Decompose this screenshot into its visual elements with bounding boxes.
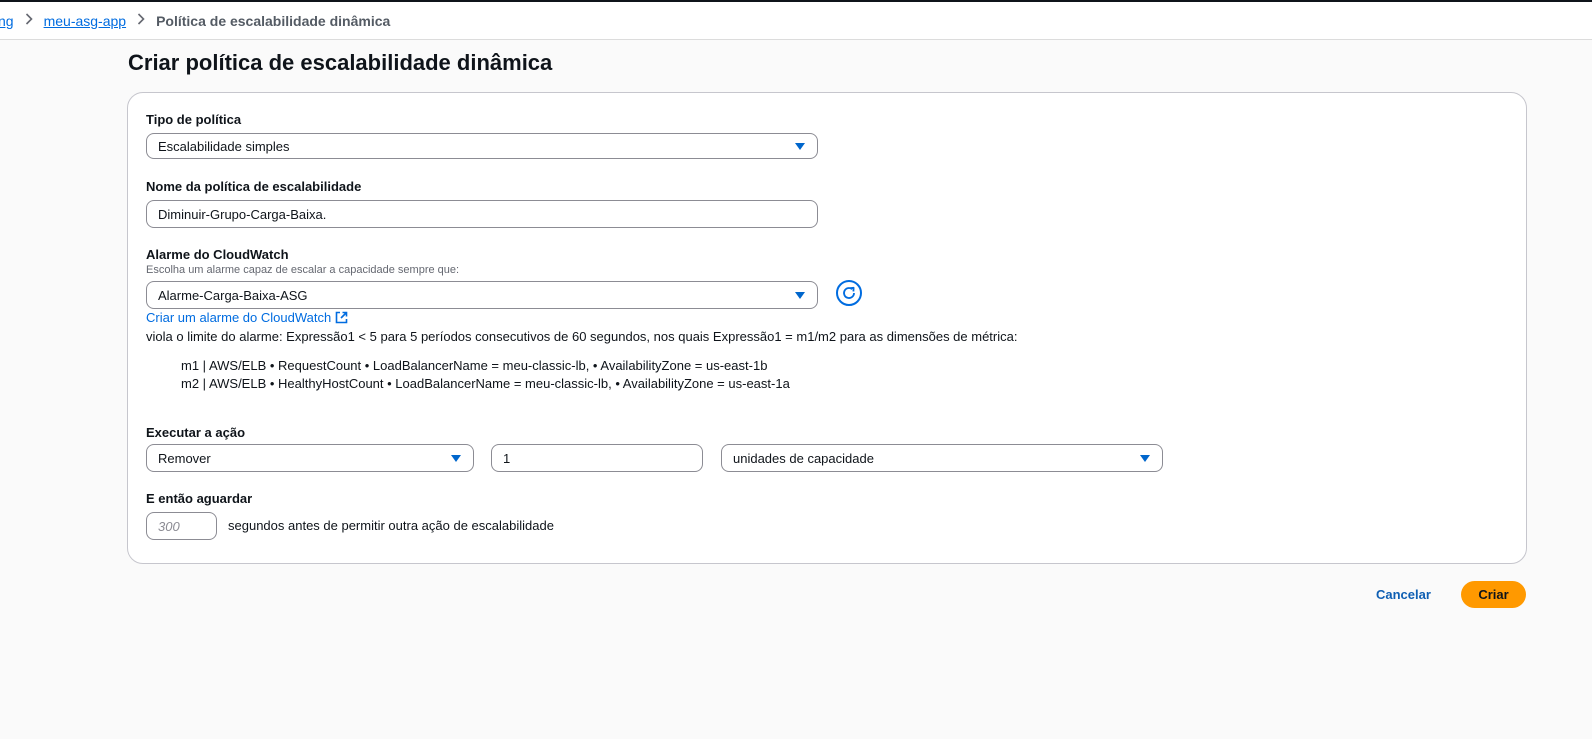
alarm-label: Alarme do CloudWatch — [146, 247, 289, 262]
page-title: Criar política de escalabilidade dinâmic… — [128, 50, 553, 75]
cancel-button[interactable]: Cancelar — [1376, 582, 1431, 608]
action-operation-value: Remover — [158, 450, 211, 466]
action-operation-select[interactable]: Remover — [146, 444, 474, 472]
external-link-icon — [335, 311, 348, 324]
breadcrumb: ng meu-asg-app Política de escalabilidad… — [0, 2, 1592, 40]
policy-name-value: Diminuir-Grupo-Carga-Baixa. — [158, 206, 327, 222]
policy-type-value: Escalabilidade simples — [158, 138, 290, 154]
policy-name-input[interactable]: Diminuir-Grupo-Carga-Baixa. — [146, 200, 818, 228]
caret-down-icon — [795, 292, 805, 299]
chevron-right-icon — [25, 13, 33, 28]
refresh-alarms-button[interactable] — [836, 280, 862, 306]
metric-line-m2: m2 | AWS/ELB • HealthyHostCount • LoadBa… — [181, 376, 790, 391]
create-alarm-link[interactable]: Criar um alarme do CloudWatch — [146, 310, 348, 325]
create-alarm-link-text: Criar um alarme do CloudWatch — [146, 310, 332, 325]
wait-seconds-placeholder: 300 — [158, 518, 180, 534]
action-amount-value: 1 — [503, 450, 511, 466]
policy-name-label: Nome da política de escalabilidade — [146, 179, 362, 194]
breadcrumb-link-parent[interactable]: ng — [0, 13, 14, 29]
caret-down-icon — [795, 143, 805, 150]
policy-type-label: Tipo de política — [146, 112, 242, 127]
breadcrumb-link-asg[interactable]: meu-asg-app — [44, 13, 127, 29]
metric-line-m1: m1 | AWS/ELB • RequestCount • LoadBalanc… — [181, 358, 768, 373]
wait-suffix-text: segundos antes de permitir outra ação de… — [228, 518, 554, 533]
alarm-condition-text: viola o limite do alarme: Expressão1 < 5… — [146, 329, 1018, 344]
alarm-value: Alarme-Carga-Baixa-ASG — [158, 287, 308, 303]
policy-form-panel: Tipo de política Escalabilidade simples … — [127, 92, 1527, 564]
wait-seconds-input[interactable]: 300 — [146, 512, 217, 540]
action-unit-select[interactable]: unidades de capacidade — [721, 444, 1163, 472]
caret-down-icon — [1140, 455, 1150, 462]
action-label: Executar a ação — [146, 425, 246, 440]
alarm-select[interactable]: Alarme-Carga-Baixa-ASG — [146, 281, 818, 309]
action-amount-input[interactable]: 1 — [491, 444, 703, 472]
chevron-right-icon — [137, 13, 145, 28]
refresh-icon — [843, 286, 855, 299]
wait-label: E então aguardar — [146, 491, 253, 506]
caret-down-icon — [451, 455, 461, 462]
alarm-description: Escolha um alarme capaz de escalar a cap… — [146, 264, 460, 276]
create-button[interactable]: Criar — [1461, 581, 1526, 608]
policy-type-select[interactable]: Escalabilidade simples — [146, 133, 818, 159]
action-unit-value: unidades de capacidade — [733, 450, 874, 466]
breadcrumb-current: Política de escalabilidade dinâmica — [156, 12, 391, 29]
